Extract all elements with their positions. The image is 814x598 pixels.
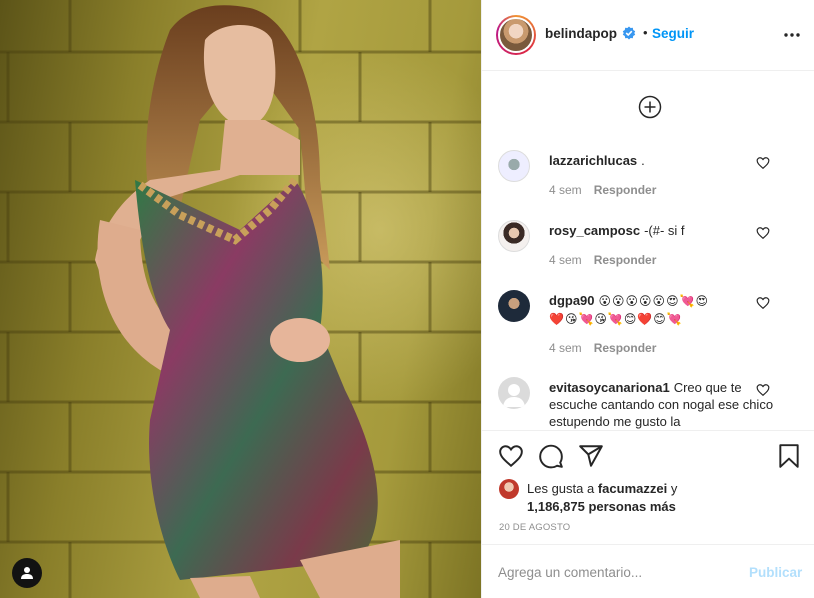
comment-meta: 4 sem Responder [549, 341, 656, 355]
heart-icon[interactable] [756, 156, 770, 170]
commenter-username[interactable]: lazzarichlucas [549, 153, 637, 168]
reply-button[interactable]: Responder [594, 341, 657, 355]
comment-time[interactable]: 4 sem [549, 183, 582, 197]
post-date[interactable]: 20 DE AGOSTO [499, 522, 570, 533]
comment-meta: 4 sem Responder [549, 183, 656, 197]
likes-count[interactable]: 1,186,875 personas más [527, 499, 676, 514]
comment-input[interactable] [498, 562, 738, 582]
comment-text-block: evitasoycanariona1 Creo que te escuche ca… [549, 379, 774, 430]
tagged-users-button[interactable] [12, 558, 42, 588]
comment-bubble-icon[interactable] [538, 443, 564, 469]
commenter-avatar[interactable] [498, 377, 530, 409]
reply-button[interactable]: Responder [594, 253, 657, 267]
comment-text-continued: ❤️😘💘😘💘😊❤️😊💘 [549, 312, 683, 326]
person-icon [21, 567, 33, 579]
liker-username[interactable]: facumazzei [598, 481, 667, 496]
commenter-username[interactable]: dgpa90 [549, 293, 595, 308]
load-more-comments-icon[interactable] [638, 95, 662, 119]
woman-in-sequin-dress-figure [95, 5, 400, 598]
heart-icon[interactable] [756, 383, 770, 397]
comment-text: 😮😮😮😮😮😍💘😍 [598, 294, 710, 308]
share-paper-plane-icon[interactable] [578, 443, 604, 469]
commenter-username[interactable]: rosy_camposc [549, 223, 640, 238]
comment-text-block: dgpa90 😮😮😮😮😮😍💘😍 ❤️😘💘😘💘😊❤️😊💘 [549, 292, 774, 328]
heart-icon[interactable] [756, 296, 770, 310]
post-actions: Les gusta a facumazzei y 1,186,875 perso… [482, 430, 814, 543]
liker-avatar[interactable] [499, 479, 519, 499]
commenter-avatar[interactable] [498, 290, 530, 322]
post-photo[interactable] [0, 0, 481, 598]
commenter-username[interactable]: evitasoycanariona1 [549, 380, 670, 395]
comment-meta: 4 sem Responder [549, 253, 656, 267]
author-avatar-story-ring[interactable] [496, 15, 536, 55]
like-heart-icon[interactable] [498, 443, 524, 469]
likes-connector: y [670, 481, 678, 496]
add-comment-bar: Publicar [482, 544, 814, 598]
author-username[interactable]: belindapop [545, 26, 617, 41]
comment-text: . [641, 153, 645, 168]
comment-time[interactable]: 4 sem [549, 341, 582, 355]
follow-button[interactable]: Seguir [652, 26, 694, 41]
save-bookmark-icon[interactable] [776, 443, 802, 469]
reply-button[interactable]: Responder [594, 183, 657, 197]
heart-icon[interactable] [756, 226, 770, 240]
comment-text: -(#- si f [644, 223, 685, 238]
likes-text: Les gusta a facumazzei y 1,186,875 perso… [527, 480, 757, 516]
comment-text-block: lazzarichlucas. [549, 152, 774, 169]
publish-button[interactable]: Publicar [749, 565, 802, 580]
post-side-panel: belindapop • Seguir lazzarichlucas. 4 se… [481, 0, 814, 598]
comment-text-block: rosy_camposc -(#- si f [549, 222, 774, 239]
author-avatar[interactable] [498, 17, 534, 53]
comments-list[interactable]: lazzarichlucas. 4 sem Responder rosy_camp… [482, 72, 814, 430]
more-dots-icon [784, 33, 800, 37]
commenter-avatar[interactable] [498, 220, 530, 252]
separator-dot: • [643, 25, 648, 40]
commenter-avatar[interactable] [498, 150, 530, 182]
verified-badge-icon [622, 26, 636, 40]
default-avatar-icon [503, 384, 525, 407]
comment-time[interactable]: 4 sem [549, 253, 582, 267]
more-options-button[interactable] [782, 26, 802, 44]
post-header: belindapop • Seguir [482, 0, 814, 71]
likes-prefix: Les gusta a [527, 481, 595, 496]
